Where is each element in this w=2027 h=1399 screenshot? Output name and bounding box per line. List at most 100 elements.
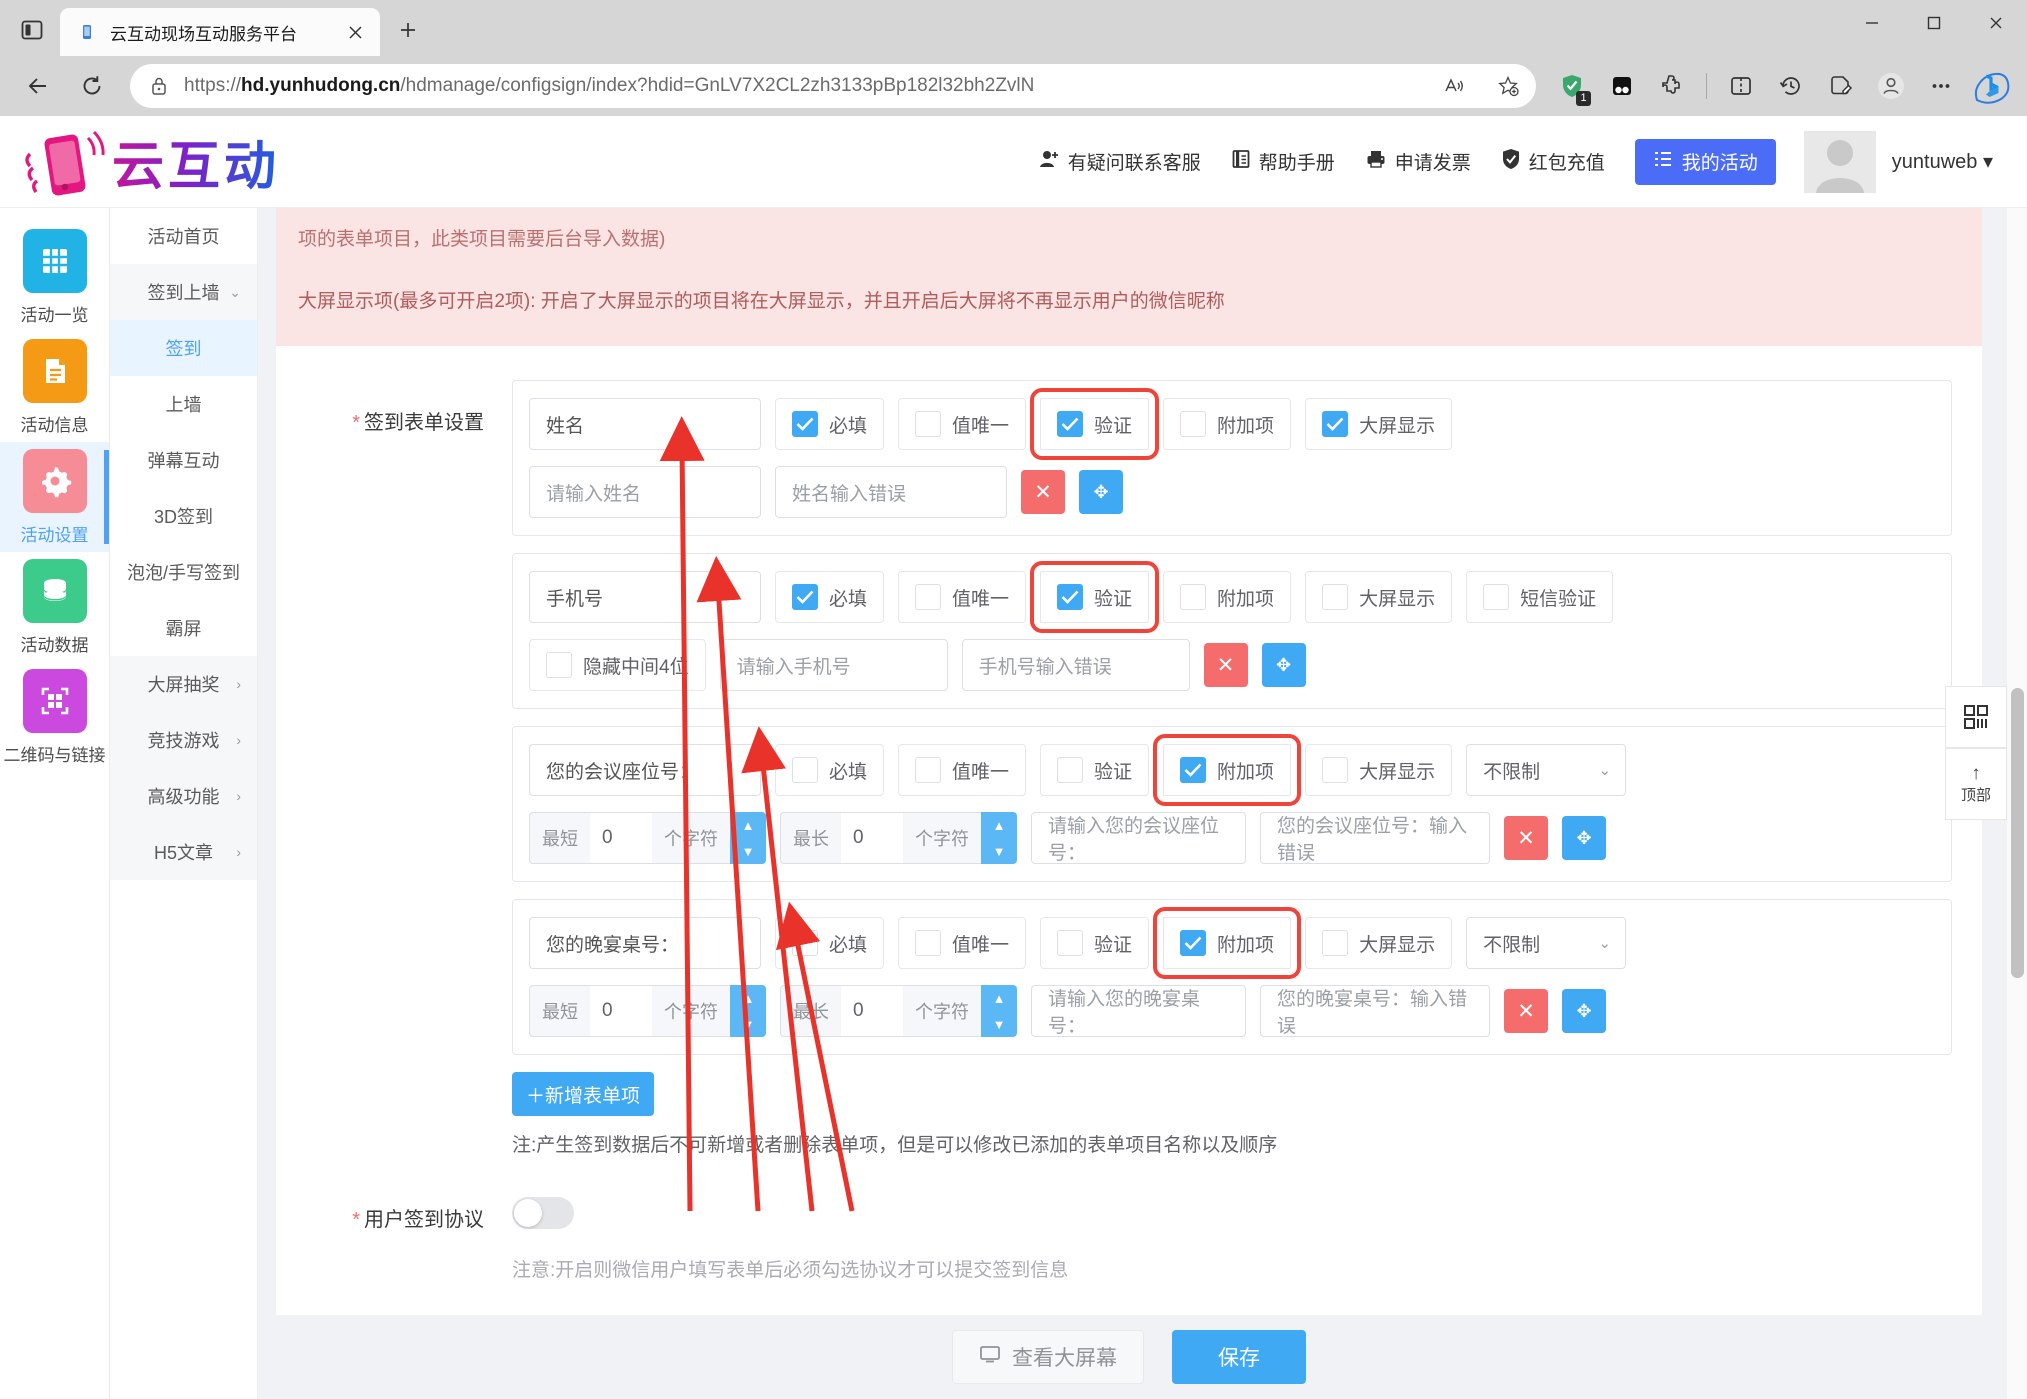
field-placeholder-input[interactable]: 请输入姓名 xyxy=(529,466,761,518)
user-agreement-toggle[interactable] xyxy=(512,1197,574,1229)
user-name[interactable]: yuntuweb ▾ xyxy=(1892,149,1993,174)
back-icon[interactable] xyxy=(14,62,62,110)
checkbox-bigscreen[interactable]: 大屏显示 xyxy=(1305,398,1452,450)
limit-select[interactable]: 不限制 ⌄ xyxy=(1466,917,1626,969)
more-options-icon[interactable] xyxy=(1919,64,1963,108)
spinner-down-icon[interactable]: ▼ xyxy=(730,838,766,864)
header-link-redpacket-recharge[interactable]: 红包充值 xyxy=(1501,148,1605,176)
checkbox-unique[interactable]: 值唯一 xyxy=(898,744,1026,796)
checkbox-required[interactable]: 必填 xyxy=(775,571,884,623)
min-length-stepper[interactable]: 最短 0 个字符 ▲▼ xyxy=(529,812,766,864)
submenu-item-signin[interactable]: 签到 xyxy=(110,320,257,376)
extension-dark-icon[interactable] xyxy=(1600,64,1644,108)
profile-icon[interactable] xyxy=(1869,64,1913,108)
max-length-value[interactable]: 0 xyxy=(841,985,903,1037)
submenu-item-danmaku[interactable]: 弹幕互动 xyxy=(110,432,257,488)
address-bar[interactable]: https://hd.yunhudong.cn/hdmanage/configs… xyxy=(130,64,1536,108)
checkbox-extra[interactable]: 附加项 xyxy=(1163,744,1291,796)
submenu-group-h5-article[interactable]: H5文章 › xyxy=(110,824,257,880)
max-length-stepper[interactable]: 最长 0 个字符 ▲▼ xyxy=(780,985,1017,1037)
submenu-item-3d-signin[interactable]: 3D签到 xyxy=(110,488,257,544)
checkbox-required[interactable]: 必填 xyxy=(775,917,884,969)
checkbox-extra[interactable]: 附加项 xyxy=(1163,917,1291,969)
field-error-input[interactable]: 您的会议座位号：输入错误 xyxy=(1260,812,1490,864)
submenu-group-bigscreen-lottery[interactable]: 大屏抽奖 › xyxy=(110,656,257,712)
spinner-down-icon[interactable]: ▼ xyxy=(981,1011,1017,1037)
reload-icon[interactable] xyxy=(68,62,116,110)
checkbox-bigscreen[interactable]: 大屏显示 xyxy=(1305,571,1452,623)
checkbox-verify[interactable]: 验证 xyxy=(1040,744,1149,796)
checkbox-extra[interactable]: 附加项 xyxy=(1163,571,1291,623)
header-link-invoice[interactable]: 申请发票 xyxy=(1365,148,1471,175)
move-item-handle[interactable]: ✥ xyxy=(1079,470,1123,514)
checkbox-required[interactable]: 必填 xyxy=(775,744,884,796)
extensions-puzzle-icon[interactable] xyxy=(1650,64,1694,108)
delete-item-button[interactable]: ✕ xyxy=(1504,816,1548,860)
delete-item-button[interactable]: ✕ xyxy=(1021,470,1065,514)
checkbox-unique[interactable]: 值唯一 xyxy=(898,571,1026,623)
page-scrollbar-track[interactable] xyxy=(2007,208,2027,1399)
spinner-up-icon[interactable]: ▲ xyxy=(981,985,1017,1011)
collections-icon[interactable] xyxy=(1819,64,1863,108)
submenu-item-activity-home[interactable]: 活动首页 xyxy=(110,208,257,264)
sidebar-item-qrcode-link[interactable]: 二维码与链接 xyxy=(0,662,109,772)
field-name-input[interactable]: 您的晚宴桌号： xyxy=(529,917,761,969)
add-form-item-button[interactable]: ＋新增表单项 xyxy=(512,1072,654,1116)
sidebar-item-activity-list[interactable]: 活动一览 xyxy=(0,222,109,332)
delete-item-button[interactable]: ✕ xyxy=(1204,643,1248,687)
read-aloud-icon[interactable] xyxy=(1434,66,1474,106)
spinner-down-icon[interactable]: ▼ xyxy=(981,838,1017,864)
min-length-stepper[interactable]: 最短 0 个字符 ▲▼ xyxy=(529,985,766,1037)
view-bigscreen-button[interactable]: 查看大屏幕 xyxy=(952,1330,1144,1384)
checkbox-unique[interactable]: 值唯一 xyxy=(898,917,1026,969)
window-close-icon[interactable] xyxy=(1965,0,2027,46)
site-logo[interactable]: 云互动 xyxy=(20,124,280,200)
history-icon[interactable] xyxy=(1769,64,1813,108)
submenu-group-signin-wall[interactable]: 签到上墙 ⌄ xyxy=(110,264,257,320)
split-screen-icon[interactable] xyxy=(1719,64,1763,108)
checkbox-bigscreen[interactable]: 大屏显示 xyxy=(1305,744,1452,796)
my-activity-button[interactable]: 我的活动 xyxy=(1635,139,1776,185)
checkbox-unique[interactable]: 值唯一 xyxy=(898,398,1026,450)
checkbox-hide-middle-4[interactable]: 隐藏中间4位 xyxy=(529,639,706,691)
maximize-icon[interactable] xyxy=(1903,0,1965,46)
header-link-help-manual[interactable]: 帮助手册 xyxy=(1231,148,1335,175)
max-length-spinner[interactable]: ▲▼ xyxy=(981,812,1017,864)
floating-qrcode-button[interactable] xyxy=(1945,686,2007,748)
sidebar-item-activity-data[interactable]: 活动数据 xyxy=(0,552,109,662)
max-length-value[interactable]: 0 xyxy=(841,812,903,864)
field-name-input[interactable]: 手机号 xyxy=(529,571,761,623)
field-error-input[interactable]: 手机号输入错误 xyxy=(962,639,1190,691)
max-length-spinner[interactable]: ▲▼ xyxy=(981,985,1017,1037)
minimize-icon[interactable] xyxy=(1841,0,1903,46)
field-error-input[interactable]: 姓名输入错误 xyxy=(775,466,1007,518)
field-placeholder-input[interactable]: 请输入您的晚宴桌号： xyxy=(1031,985,1246,1037)
checkbox-bigscreen[interactable]: 大屏显示 xyxy=(1305,917,1452,969)
checkbox-verify[interactable]: 验证 xyxy=(1040,398,1149,450)
move-item-handle[interactable]: ✥ xyxy=(1262,643,1306,687)
sidebar-item-activity-settings[interactable]: 活动设置 xyxy=(0,442,109,552)
field-error-input[interactable]: 您的晚宴桌号：输入错误 xyxy=(1260,985,1490,1037)
save-button[interactable]: 保存 xyxy=(1172,1330,1306,1384)
sidebar-item-activity-info[interactable]: 活动信息 xyxy=(0,332,109,442)
checkbox-required[interactable]: 必填 xyxy=(775,398,884,450)
submenu-group-competitive-games[interactable]: 竞技游戏 › xyxy=(110,712,257,768)
delete-item-button[interactable]: ✕ xyxy=(1504,989,1548,1033)
copilot-bing-icon[interactable] xyxy=(1969,64,2013,108)
checkbox-verify[interactable]: 验证 xyxy=(1040,917,1149,969)
move-item-handle[interactable]: ✥ xyxy=(1562,989,1606,1033)
add-favorite-icon[interactable] xyxy=(1488,66,1528,106)
spinner-up-icon[interactable]: ▲ xyxy=(730,812,766,838)
spinner-up-icon[interactable]: ▲ xyxy=(981,812,1017,838)
adblock-shield-icon[interactable]: 1 xyxy=(1550,64,1594,108)
min-length-spinner[interactable]: ▲▼ xyxy=(730,985,766,1037)
submenu-item-bubble-handwrite-signin[interactable]: 泡泡/手写签到 xyxy=(110,544,257,600)
max-length-stepper[interactable]: 最长 0 个字符 ▲▼ xyxy=(780,812,1017,864)
limit-select[interactable]: 不限制 ⌄ xyxy=(1466,744,1626,796)
field-name-input[interactable]: 姓名 xyxy=(529,398,761,450)
close-icon[interactable] xyxy=(342,19,368,45)
submenu-item-screen-takeover[interactable]: 霸屏 xyxy=(110,600,257,656)
avatar[interactable] xyxy=(1804,131,1876,193)
new-tab-icon[interactable] xyxy=(388,10,428,50)
spinner-up-icon[interactable]: ▲ xyxy=(730,985,766,1011)
